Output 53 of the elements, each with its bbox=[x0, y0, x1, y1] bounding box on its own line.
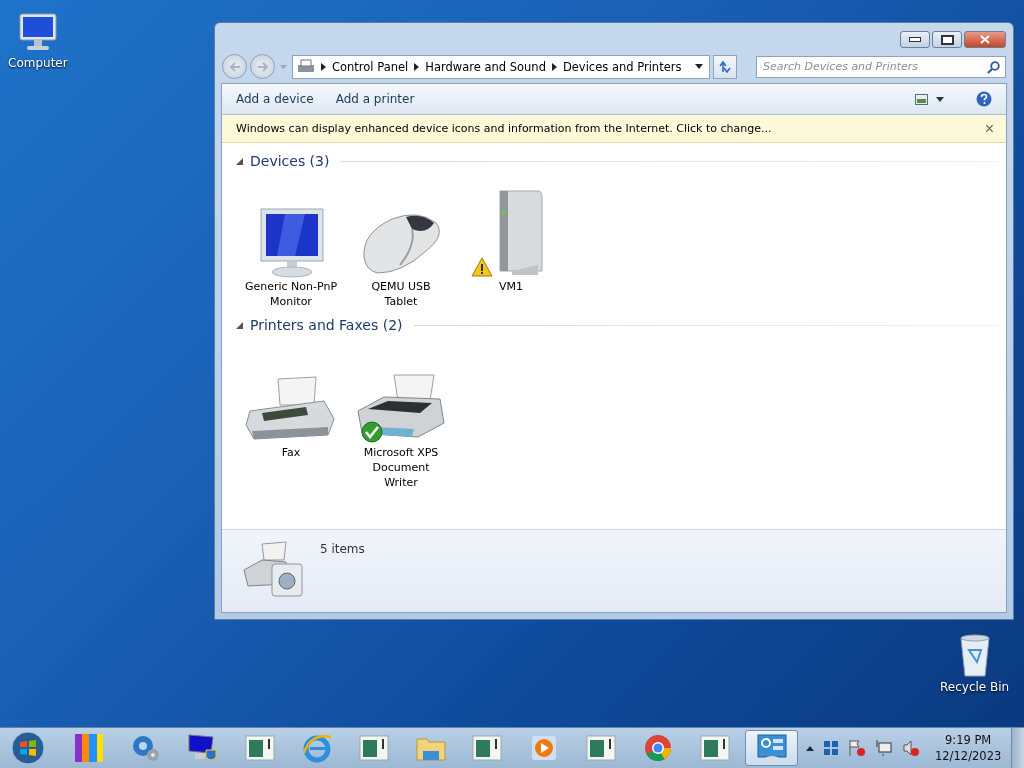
breadcrumb-arrow-icon[interactable] bbox=[321, 62, 326, 71]
view-caret-icon[interactable] bbox=[936, 96, 944, 102]
network-icon[interactable] bbox=[875, 739, 893, 757]
minimize-button[interactable] bbox=[900, 31, 930, 48]
speaker-muted-icon[interactable] bbox=[902, 739, 920, 757]
desktop-icon-label[interactable]: Recycle Bin bbox=[940, 680, 1010, 694]
maximize-button[interactable] bbox=[932, 31, 962, 48]
desktop-icon-label[interactable]: Computer bbox=[8, 56, 68, 70]
window-icon[interactable] bbox=[585, 733, 618, 763]
help-icon[interactable] bbox=[976, 91, 992, 107]
group-header[interactable]: Devices (3) bbox=[250, 153, 330, 169]
breadcrumb-arrow-icon[interactable] bbox=[414, 62, 420, 71]
search-icon[interactable] bbox=[987, 60, 1000, 74]
dropdown-caret-icon[interactable] bbox=[695, 64, 703, 69]
printer-camera-icon bbox=[242, 540, 306, 600]
device-label[interactable]: Microsoft XPS Document Writer bbox=[354, 445, 448, 490]
device-label[interactable]: Fax bbox=[244, 445, 338, 460]
grid-icon[interactable] bbox=[823, 740, 839, 756]
window-icon[interactable] bbox=[698, 733, 731, 763]
breadcrumb-item[interactable]: Control Panel bbox=[332, 59, 409, 74]
device-label[interactable]: QEMU USB Tablet bbox=[354, 279, 448, 309]
breadcrumb-item[interactable]: Hardware and Sound bbox=[425, 59, 546, 74]
info-bar-message[interactable]: Windows can display enhanced device icons and information from the Internet. Click to change... bbox=[236, 122, 772, 135]
control-panel-icon[interactable] bbox=[755, 733, 788, 763]
monitor-shield-icon[interactable] bbox=[187, 733, 220, 763]
collapse-arrow-icon[interactable] bbox=[236, 157, 243, 165]
device-label[interactable]: VM1 bbox=[464, 279, 558, 294]
refresh-button[interactable] bbox=[713, 54, 737, 79]
clock[interactable]: 9:19 PM 12/12/2023 bbox=[935, 732, 1002, 764]
window-icon[interactable] bbox=[243, 733, 276, 763]
close-button[interactable] bbox=[964, 31, 1006, 48]
collapse-arrow-icon[interactable] bbox=[236, 321, 243, 329]
toolbar-button[interactable]: Add a printer bbox=[331, 88, 425, 110]
breadcrumb-arrow-icon[interactable] bbox=[551, 62, 557, 71]
taskbar-button[interactable] bbox=[745, 730, 798, 766]
flag-icon[interactable] bbox=[848, 739, 866, 757]
close-button[interactable]: × bbox=[982, 120, 996, 137]
device-label[interactable]: Generic Non-PnP Monitor bbox=[244, 279, 338, 309]
window-icon[interactable] bbox=[357, 733, 390, 763]
color-bars-icon[interactable] bbox=[73, 733, 106, 763]
toolbar-button[interactable]: Add a device bbox=[232, 88, 324, 110]
address-bar[interactable]: Control Panel Hardware and Sound Devices and Printers bbox=[292, 54, 710, 79]
item-count: 5 items bbox=[320, 542, 365, 556]
printer-icon bbox=[297, 58, 315, 75]
search-field[interactable]: Search Devices and Printers bbox=[756, 55, 1006, 78]
info-bar[interactable]: Windows can display enhanced device icons and information from the Internet. Click to change... × bbox=[222, 115, 1006, 143]
group-header[interactable]: Printers and Faxes (2) bbox=[250, 317, 403, 333]
close-icon[interactable] bbox=[980, 35, 990, 44]
refresh-icon[interactable] bbox=[718, 60, 732, 73]
show-hidden-icons-caret-icon[interactable] bbox=[806, 745, 814, 751]
view-options-icon[interactable] bbox=[915, 93, 928, 105]
breadcrumb-item[interactable]: Devices and Printers bbox=[562, 59, 682, 74]
window-icon[interactable] bbox=[471, 733, 504, 763]
